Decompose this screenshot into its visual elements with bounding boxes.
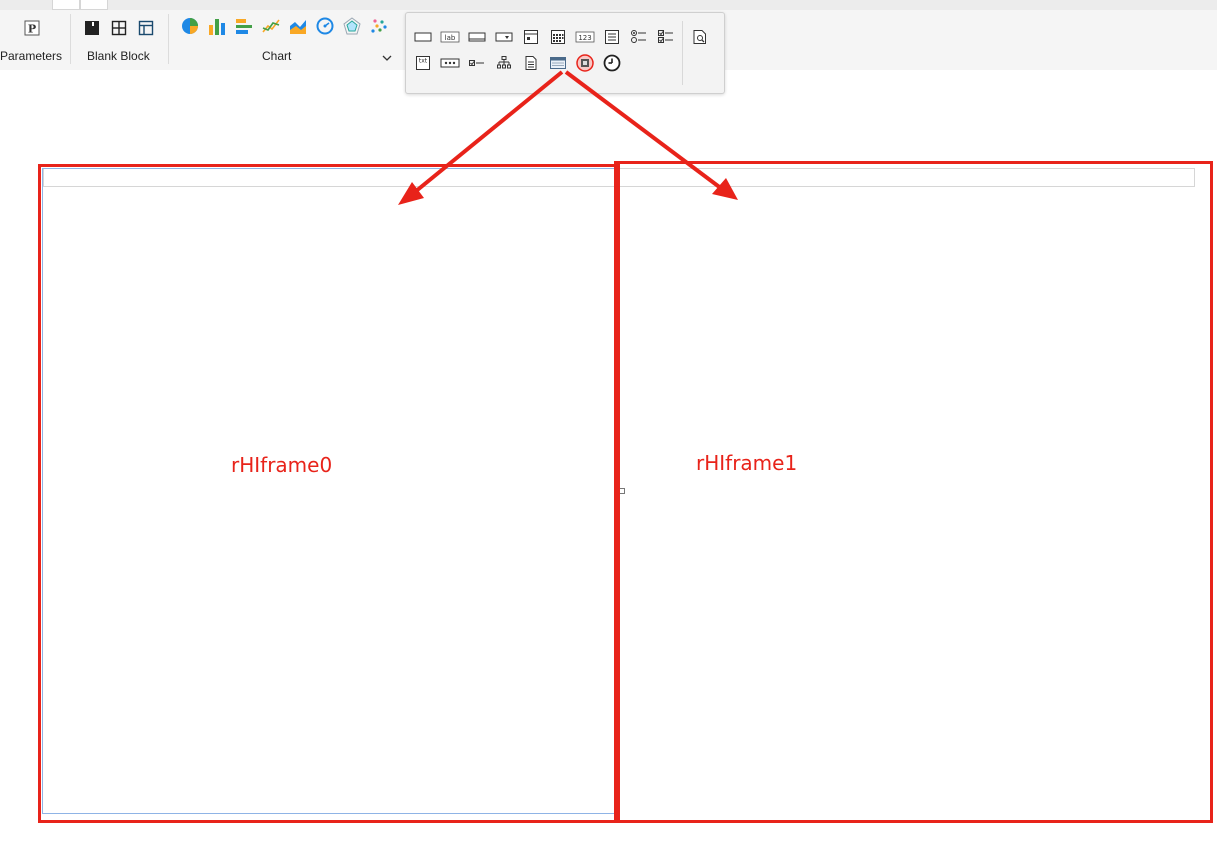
- arrowhead-frame1: [712, 178, 738, 200]
- arrow-to-frame1: [564, 70, 728, 194]
- arrow-to-frame0: [408, 70, 564, 198]
- annotation-arrows: [398, 70, 738, 205]
